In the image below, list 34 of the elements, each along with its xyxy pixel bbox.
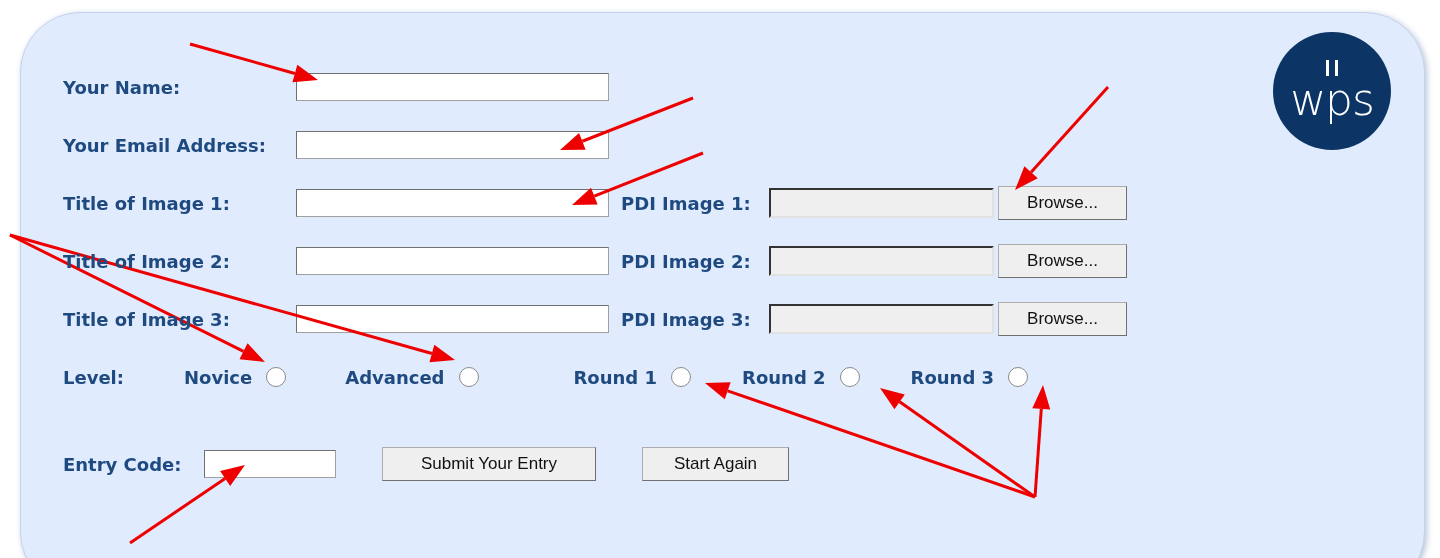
field-label: Your Email Address: [63, 133, 267, 158]
radio-button[interactable] [266, 367, 287, 387]
field-label: PDI Image 3: [621, 307, 752, 332]
field-label: PDI Image 1: [621, 191, 752, 216]
radio-button[interactable] [839, 367, 860, 387]
option-label: Round 1 [573, 365, 658, 390]
option-label: Advanced [345, 365, 445, 390]
file-path-field[interactable] [769, 304, 994, 334]
submit-button[interactable]: Submit Your Entry [382, 447, 596, 481]
radio-button[interactable] [458, 367, 479, 387]
pause-bars-icon [1325, 60, 1339, 76]
reset-button[interactable]: Start Again [642, 447, 789, 481]
text-field[interactable] [296, 73, 609, 101]
text-field[interactable] [296, 247, 609, 275]
level-label: Level: [63, 365, 125, 390]
logo-text: wps [1290, 78, 1374, 122]
browse-button[interactable]: Browse... [998, 186, 1127, 220]
radio-button[interactable] [1008, 367, 1029, 387]
option-label: Novice [184, 365, 253, 390]
radio-button[interactable] [671, 367, 692, 387]
option-label: Round 2 [742, 365, 826, 390]
file-path-field[interactable] [769, 188, 994, 218]
field-label: Entry Code: [63, 452, 183, 477]
browse-button[interactable]: Browse... [998, 244, 1127, 278]
file-path-field[interactable] [769, 246, 994, 276]
field-label: PDI Image 2: [621, 249, 752, 274]
entry-code-field[interactable] [204, 450, 336, 478]
field-label: Your Name: [63, 75, 182, 100]
text-field[interactable] [296, 189, 609, 217]
browse-button[interactable]: Browse... [998, 302, 1127, 336]
field-label: Title of Image 1: [63, 191, 231, 216]
text-field[interactable] [296, 131, 609, 159]
text-field[interactable] [296, 305, 609, 333]
option-label: Round 3 [910, 365, 995, 390]
